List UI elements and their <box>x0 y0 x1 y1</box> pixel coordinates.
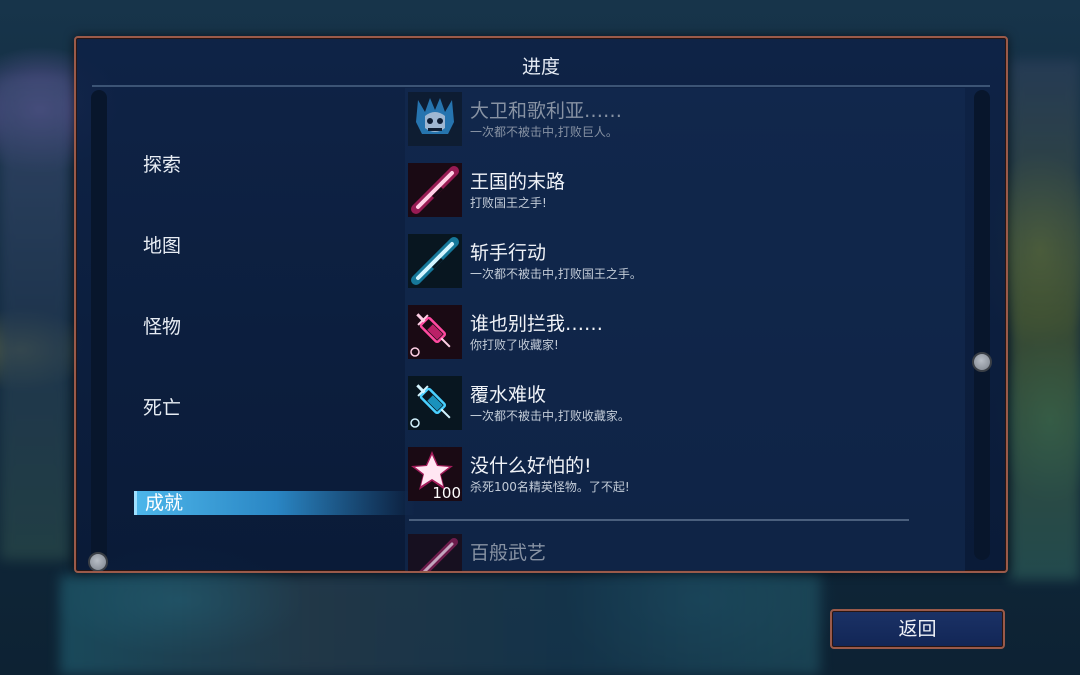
skull-crown-icon <box>408 92 462 146</box>
achievement-title: 覆水难收 <box>470 384 547 406</box>
progress-panel: 进度 探索 地图 怪物 死亡 成就 大卫和歌利亚…… 一次都不被击中,打败巨人。 <box>74 36 1008 573</box>
achievement-list[interactable]: 大卫和歌利亚…… 一次都不被击中,打败巨人。 王国的末路 打败国王之手! 斩手行… <box>405 88 965 571</box>
category-explore[interactable]: 探索 <box>143 150 181 177</box>
category-map[interactable]: 地图 <box>143 231 181 258</box>
achievement-scrollbar-track[interactable] <box>974 90 990 560</box>
achievement-title: 谁也别拦我…… <box>470 313 604 335</box>
achievement-title: 百般武艺 <box>470 542 547 564</box>
category-scrollbar-track[interactable] <box>91 90 107 571</box>
pink-syringe-icon <box>408 305 462 359</box>
background-blur-right <box>1010 60 1080 580</box>
category-scrollbar-thumb[interactable] <box>88 552 108 571</box>
achievement-desc: 一次都不被击中,打败国王之手。 <box>470 267 642 281</box>
pink-blade-icon <box>408 163 462 217</box>
background-blur-bottom <box>60 575 820 675</box>
icon-count-label: 100 <box>432 484 461 501</box>
list-divider <box>409 519 909 521</box>
achievement-item[interactable]: 百般武艺 <box>408 532 948 571</box>
star-100-icon: 100 <box>408 447 462 501</box>
achievement-item[interactable]: 斩手行动 一次都不被击中,打败国王之手。 <box>408 232 948 288</box>
back-button[interactable]: 返回 <box>830 609 1005 649</box>
achievement-item[interactable]: 100 没什么好怕的! 杀死100名精英怪物。了不起! <box>408 445 948 501</box>
achievement-desc: 一次都不被击中,打败巨人。 <box>470 125 618 139</box>
blue-blade-icon <box>408 234 462 288</box>
panel-title: 进度 <box>521 56 560 78</box>
achievement-scrollbar-thumb[interactable] <box>972 352 992 372</box>
achievement-item[interactable]: 谁也别拦我…… 你打败了收藏家! <box>408 303 948 359</box>
achievement-item[interactable]: 覆水难收 一次都不被击中,打败收藏家。 <box>408 374 948 430</box>
achievement-title: 没什么好怕的! <box>470 455 592 477</box>
achievement-title: 王国的末路 <box>470 171 566 193</box>
category-deaths[interactable]: 死亡 <box>143 393 181 420</box>
category-monsters[interactable]: 怪物 <box>143 312 181 339</box>
achievement-desc: 杀死100名精英怪物。了不起! <box>470 480 630 494</box>
blue-syringe-icon <box>408 376 462 430</box>
achievement-desc: 一次都不被击中,打败收藏家。 <box>470 409 630 423</box>
achievement-title: 大卫和歌利亚…… <box>470 100 623 122</box>
pink-weapon-icon <box>408 534 462 571</box>
category-achievements[interactable]: 成就 <box>134 491 415 515</box>
title-divider <box>92 85 990 87</box>
achievement-desc: 打败国王之手! <box>470 196 547 210</box>
background-blur-left <box>0 80 70 560</box>
achievement-item[interactable]: 大卫和歌利亚…… 一次都不被击中,打败巨人。 <box>408 90 948 146</box>
achievement-desc: 你打败了收藏家! <box>470 338 559 352</box>
achievement-item[interactable]: 王国的末路 打败国王之手! <box>408 161 948 217</box>
achievement-title: 斩手行动 <box>470 242 547 264</box>
